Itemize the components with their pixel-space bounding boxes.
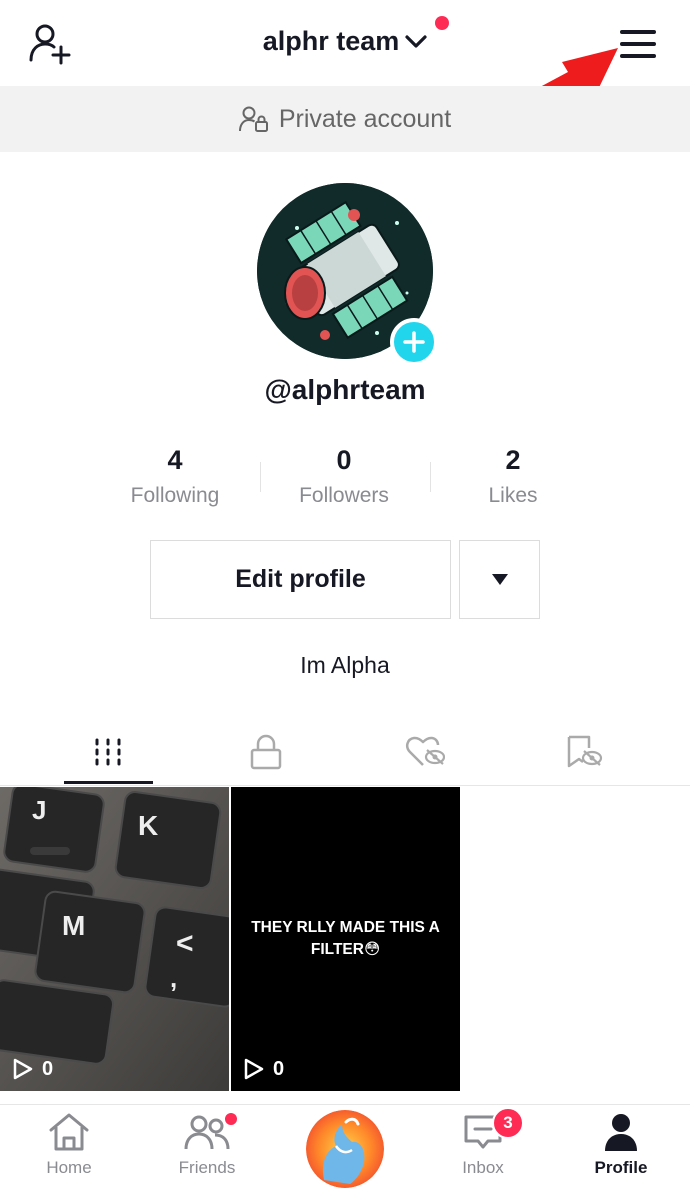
nav-label: Home	[46, 1158, 92, 1177]
view-count: 0	[243, 1057, 284, 1081]
caret-down-icon	[491, 573, 508, 585]
private-account-label: Private account	[278, 104, 452, 133]
nav-home[interactable]: Home	[4, 1112, 134, 1188]
nav-label: Profile	[594, 1158, 648, 1177]
bookmark-hidden-icon	[567, 735, 603, 768]
video-thumbnail[interactable]: THEY RLLY MADE THIS A FILTER😳 0	[231, 787, 460, 1091]
svg-text:M: M	[62, 910, 85, 941]
bio-text: Im Alpha	[300, 652, 390, 678]
friends-notification-dot	[223, 1111, 239, 1127]
private-account-banner: Private account	[0, 86, 690, 152]
svg-text:,: ,	[170, 963, 177, 993]
stat-likes[interactable]: 2 Likes	[428, 445, 598, 508]
view-count-value: 0	[42, 1057, 54, 1080]
stat-value: 0	[336, 445, 352, 475]
notification-dot	[435, 16, 450, 30]
create-icon	[306, 1110, 384, 1188]
create-button[interactable]	[306, 1110, 384, 1188]
view-count-value: 0	[273, 1057, 285, 1080]
stat-following[interactable]: 4 Following	[90, 445, 260, 508]
play-icon	[13, 1058, 33, 1080]
stat-label: Following	[130, 484, 220, 507]
tab-private[interactable]	[180, 718, 352, 786]
account-title: alphr team	[262, 26, 400, 56]
active-tab-indicator	[64, 781, 153, 784]
liked-hidden-icon	[405, 736, 445, 766]
svg-text:J: J	[32, 795, 46, 825]
more-options-button[interactable]	[459, 540, 540, 619]
lock-icon	[250, 734, 282, 770]
tabs-divider	[0, 785, 690, 786]
tab-favorites[interactable]	[497, 718, 669, 786]
username: @alphrteam	[264, 374, 426, 405]
lock-person-icon	[238, 106, 268, 132]
svg-text:<: <	[176, 927, 194, 960]
edit-profile-button[interactable]: Edit profile	[150, 540, 451, 619]
stat-followers[interactable]: 0 Followers	[259, 445, 429, 508]
plus-icon	[403, 331, 425, 353]
nav-label: Inbox	[462, 1158, 504, 1177]
nav-label: Friends	[178, 1158, 236, 1177]
add-avatar-button[interactable]	[390, 318, 438, 366]
home-icon	[49, 1113, 89, 1151]
stat-value: 4	[167, 445, 183, 475]
stat-value: 2	[505, 445, 521, 475]
stat-label: Followers	[299, 484, 389, 507]
svg-text:K: K	[138, 810, 158, 841]
tab-liked[interactable]	[339, 718, 511, 786]
grid-icon	[95, 738, 121, 766]
inbox-badge: 3	[492, 1107, 524, 1139]
stat-label: Likes	[488, 484, 538, 507]
play-icon	[244, 1058, 264, 1080]
nav-friends[interactable]: Friends	[142, 1112, 272, 1188]
nav-profile[interactable]: Profile	[556, 1112, 686, 1188]
tab-videos[interactable]	[22, 718, 194, 786]
video-thumbnail[interactable]: J K M < , 0	[0, 787, 229, 1091]
profile-icon	[605, 1114, 637, 1151]
video-caption: THEY RLLY MADE THIS A FILTER😳	[251, 919, 440, 958]
nav-inbox[interactable]: Inbox	[418, 1112, 548, 1188]
chevron-down-icon	[405, 34, 427, 48]
view-count: 0	[12, 1057, 53, 1081]
